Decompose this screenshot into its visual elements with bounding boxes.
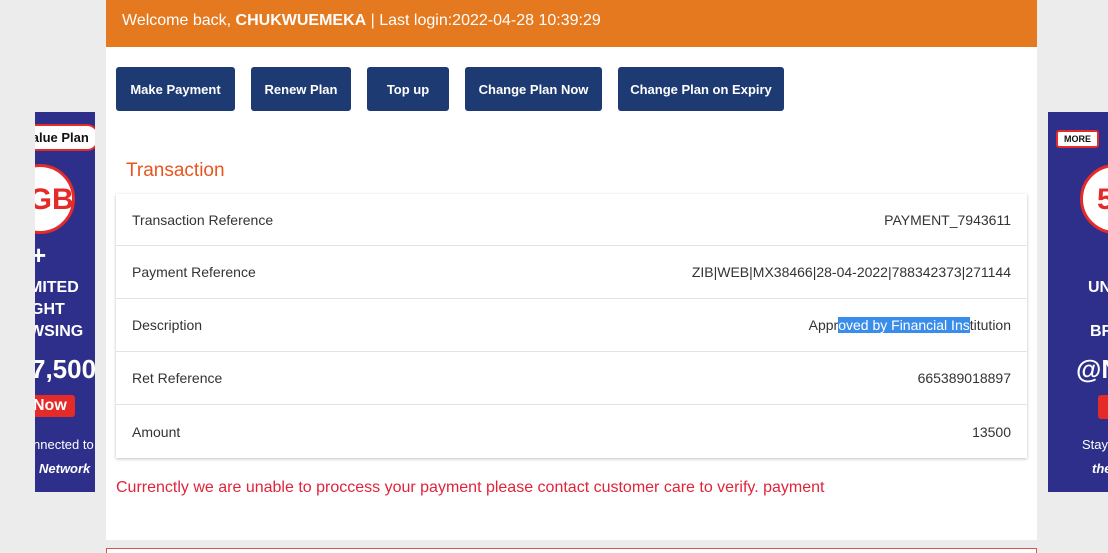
change-plan-on-expiry-button[interactable]: Change Plan on Expiry	[618, 67, 784, 111]
action-buttons: Make Payment Renew Plan Top up Change Pl…	[116, 67, 800, 111]
ad-footer-2: the	[1092, 461, 1108, 476]
amount-value: 13500	[972, 423, 1011, 440]
make-payment-button[interactable]: Make Payment	[116, 67, 235, 111]
ad-footer-1: nnected to	[35, 437, 94, 452]
error-message: Currenctly we are unable to proccess you…	[116, 479, 825, 496]
selected-text: oved by Financial Ins	[838, 317, 970, 333]
row-label: Amount	[132, 423, 181, 440]
renew-plan-button[interactable]: Renew Plan	[251, 67, 351, 111]
row-label: Ret Reference	[132, 370, 223, 386]
ad-size-text: 5	[1097, 183, 1108, 216]
transaction-title: Transaction	[126, 160, 225, 181]
ret-reference-value: 665389018897	[917, 370, 1011, 386]
ad-footer-1: Stay	[1082, 437, 1108, 452]
ad-price: @N	[1076, 354, 1108, 384]
greeting-text: Welcome back,	[122, 12, 236, 29]
ad-badge: MORE	[1056, 130, 1099, 148]
ad-price: 7,500	[35, 354, 95, 384]
welcome-bar: Welcome back, CHUKWUEMEKA | Last login:2…	[106, 0, 1037, 47]
ad-footer-2: Network	[39, 461, 91, 476]
change-plan-now-button[interactable]: Change Plan Now	[465, 67, 602, 111]
table-row: Payment Reference ZIB|WEB|MX38466|28-04-…	[116, 246, 1027, 299]
main-panel: Welcome back, CHUKWUEMEKA | Last login:2…	[106, 0, 1037, 540]
ad-line-3: WSING	[35, 323, 84, 340]
table-row: Description Approved by Financial Instit…	[116, 299, 1027, 352]
right-ad-banner[interactable]: MORE 5 UN BR @N Stay the	[1048, 112, 1108, 492]
ad-size-text: 5GB	[35, 183, 74, 216]
user-name: CHUKWUEMEKA	[235, 12, 367, 29]
ad-plus: +	[35, 240, 47, 270]
ad-line-2: BR	[1090, 323, 1108, 340]
table-row: Amount 13500	[116, 405, 1027, 458]
ad-line-2: GHT	[35, 301, 65, 318]
ad-plan-label: ga Value Plan	[35, 124, 95, 151]
left-ad-banner[interactable]: ga Value Plan 5GB + MITED GHT WSING 7,50…	[35, 112, 95, 492]
row-label: Payment Reference	[132, 264, 256, 280]
row-label: Description	[132, 317, 203, 333]
table-row: Ret Reference 665389018897	[116, 352, 1027, 405]
description-part-1: Appr	[808, 317, 839, 333]
ad-size-circle: 5	[1080, 164, 1108, 234]
top-up-button[interactable]: Top up	[367, 67, 449, 111]
transaction-reference-value: PAYMENT_7943611	[884, 211, 1011, 228]
transaction-details-card: Transaction Reference PAYMENT_7943611 Pa…	[116, 194, 1027, 458]
description-part-3: titution	[969, 317, 1011, 333]
bottom-panel-edge	[106, 548, 1037, 553]
ad-cta-button[interactable]: Now	[35, 395, 75, 417]
ad-size-circle: 5GB	[35, 164, 75, 234]
last-login-text: | Last login:2022-04-28 10:39:29	[366, 12, 601, 29]
row-label: Transaction Reference	[132, 211, 274, 228]
payment-reference-value: ZIB|WEB|MX38466|28-04-2022|788342373|271…	[691, 264, 1011, 280]
ad-line-1: MITED	[35, 279, 79, 296]
description-value: Approved by Financial Institution	[809, 317, 1011, 333]
ad-cta-button[interactable]	[1098, 395, 1108, 419]
ad-line-1: UN	[1088, 279, 1108, 296]
table-row: Transaction Reference PAYMENT_7943611	[116, 194, 1027, 246]
